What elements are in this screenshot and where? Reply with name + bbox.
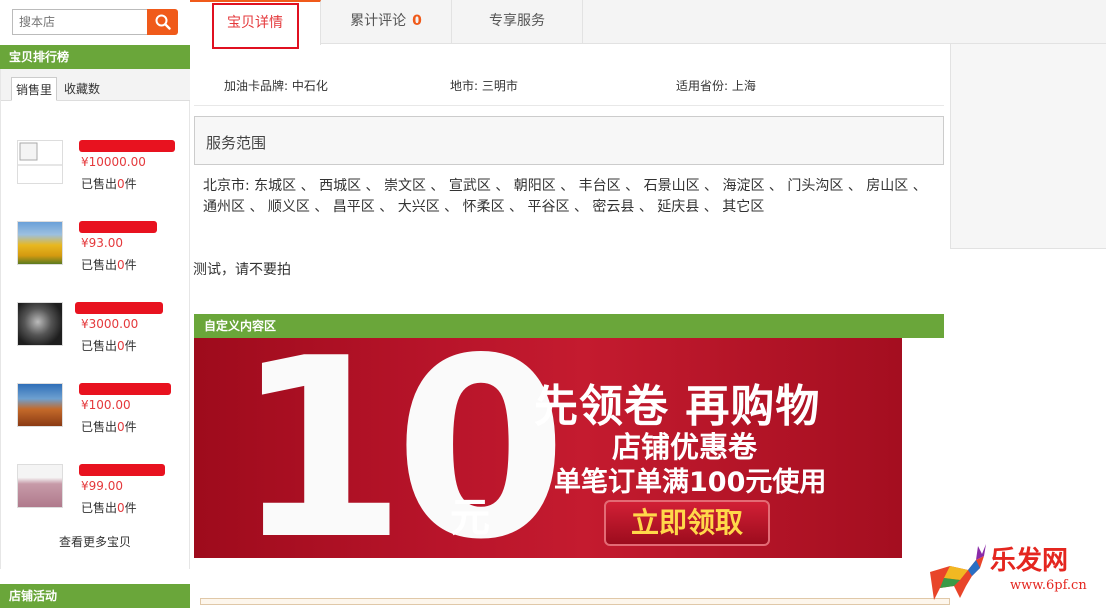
tab-favorites[interactable]: 收藏数 (60, 77, 104, 101)
product-image[interactable] (17, 383, 63, 427)
shop-search (12, 9, 178, 35)
product-image[interactable] (17, 221, 63, 265)
ranking-item[interactable]: ¥3000.00 已售出0件 (17, 302, 187, 362)
review-count: 0 (412, 13, 422, 29)
sold-count: 已售出0件 (81, 258, 137, 272)
shop-activity-title: 店铺活动 (0, 584, 190, 608)
test-note: 测试，请不要拍 (193, 262, 291, 278)
product-image[interactable] (17, 140, 63, 184)
sold-count: 已售出0件 (81, 339, 137, 353)
search-input[interactable] (12, 9, 148, 35)
sold-count: 已售出0件 (81, 177, 137, 191)
service-districts: 北京市: 东城区 、 西城区 、 崇文区 、 宣武区 、 朝阳区 、 丰台区 、… (203, 178, 927, 215)
redacted-title (79, 221, 157, 233)
ranking-item[interactable]: ¥10000.00 已售出0件 (17, 140, 187, 200)
tab-sales[interactable]: 销售里 (11, 77, 58, 101)
redacted-title (79, 140, 175, 152)
sold-count: 已售出0件 (81, 420, 137, 434)
ranking-item[interactable]: ¥93.00 已售出0件 (17, 221, 187, 281)
service-title: 服务范围 (206, 134, 267, 152)
watermark-brand: 乐发网 (990, 546, 1069, 576)
custom-area-title: 自定义内容区 (194, 314, 944, 338)
sold-count: 已售出0件 (81, 501, 137, 515)
sidebar: 宝贝排行榜 销售里 收藏数 ¥10000.00 已售出0件 ¥93.00 已售出… (0, 0, 190, 608)
product-image[interactable] (17, 302, 63, 346)
redacted-title (79, 383, 171, 395)
ranking-tabs: 销售里 收藏数 (1, 69, 190, 101)
detail-tabbar: 宝贝详情 累计评论 0 专享服务 (190, 0, 1106, 45)
coupon-amount: 10 (234, 338, 567, 558)
attr-city: 地市: 三明市 (450, 79, 518, 93)
product-image[interactable] (17, 464, 63, 508)
banner-condition: 单笔订单满100元使用 (554, 467, 827, 498)
tab-service[interactable]: 专享服务 (452, 0, 583, 44)
claim-coupon-button[interactable]: 立即领取 (604, 500, 770, 546)
next-section-edge (200, 598, 950, 605)
search-icon (155, 14, 171, 30)
product-price: ¥100.00 (81, 398, 131, 412)
product-attributes: 加油卡品牌: 中石化 地市: 三明市 适用省份: 上海 (194, 66, 944, 106)
coupon-banner[interactable]: 10 元 先领卷 再购物 店铺优惠卷 单笔订单满100元使用 立即领取 (194, 338, 902, 558)
attr-brand: 加油卡品牌: 中石化 (224, 79, 328, 93)
product-price: ¥93.00 (81, 236, 123, 250)
product-price: ¥3000.00 (81, 317, 139, 331)
more-products-link[interactable]: 查看更多宝贝 (59, 533, 131, 550)
watermark-url: www.6pf.cn (1010, 578, 1087, 593)
ranking-title: 宝贝排行榜 (0, 45, 190, 69)
redacted-title (75, 302, 163, 314)
right-panel (950, 44, 1106, 249)
watermark-logo: 乐发网 www.6pf.cn (920, 540, 1106, 605)
attr-province: 适用省份: 上海 (676, 79, 756, 93)
ranking-item[interactable]: ¥100.00 已售出0件 (17, 383, 187, 443)
search-button[interactable] (147, 9, 178, 35)
deer-logo-icon (930, 544, 986, 600)
tab-reviews[interactable]: 累计评论 0 (321, 0, 452, 44)
redacted-title (79, 464, 165, 476)
coupon-unit: 元 (450, 495, 490, 541)
product-price: ¥10000.00 (81, 155, 146, 169)
ranking-item[interactable]: ¥99.00 已售出0件 (17, 464, 187, 524)
product-price: ¥99.00 (81, 479, 123, 493)
service-range-box: 服务范围 (194, 116, 944, 165)
ranking-panel: 销售里 收藏数 ¥10000.00 已售出0件 ¥93.00 已售出0件 ¥30… (0, 69, 190, 569)
tab-highlight-box (212, 3, 299, 49)
